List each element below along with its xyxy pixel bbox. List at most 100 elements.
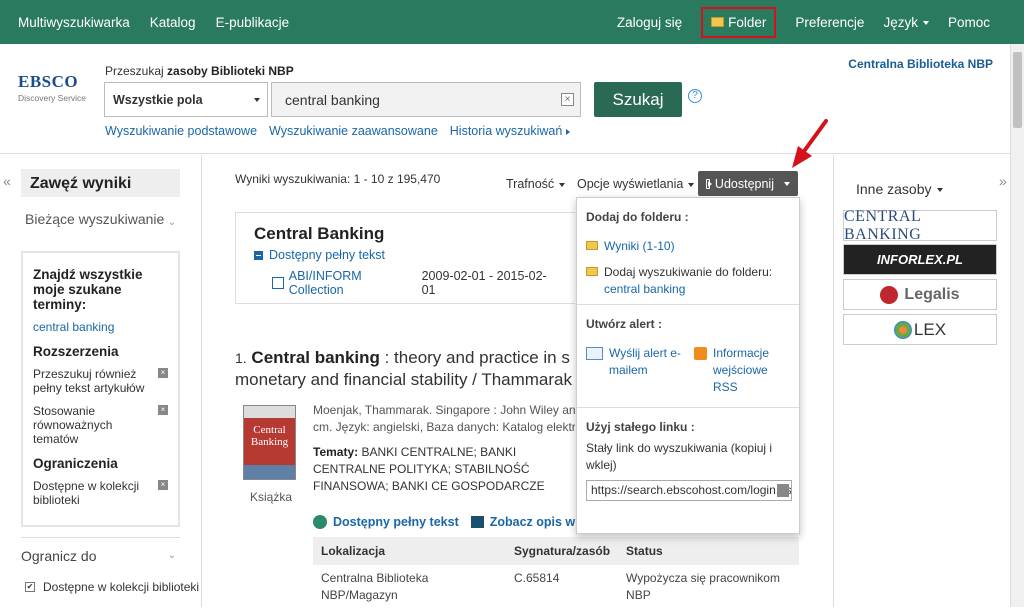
sort-dropdown[interactable]: Trafność (506, 177, 566, 191)
scrollbar-thumb[interactable] (1013, 52, 1022, 128)
email-icon (586, 347, 603, 360)
vertical-scrollbar[interactable] (1010, 44, 1024, 607)
help-icon[interactable]: ? (688, 89, 702, 103)
search-history-link[interactable]: Historia wyszukiwań (450, 124, 571, 138)
login-link[interactable]: Zaloguj się (617, 15, 682, 30)
advanced-search-link[interactable]: Wyszukiwanie zaawansowane (269, 124, 438, 138)
add-to-folder-section: Dodaj do folderu : Wyniki (1-10) Dodaj w… (577, 198, 799, 305)
lex-banner[interactable]: LEX (843, 314, 997, 345)
collapse-left-icon[interactable]: « (3, 173, 11, 189)
remove-icon[interactable]: × (158, 405, 168, 415)
share-button[interactable]: Udostępnij (698, 171, 798, 196)
basic-search-link[interactable]: Wyszukiwanie podstawowe (105, 124, 257, 138)
caret-down-icon (688, 182, 695, 187)
record-links: Dostępny pełny tekst Zobacz opis w k (313, 515, 586, 529)
rss-row[interactable]: Informacje wejściowe RSS (694, 345, 784, 396)
catalog-detail-link[interactable]: Zobacz opis w k (470, 515, 586, 529)
permalink-url: https://search.ebscohost.com/login.asp (591, 483, 792, 497)
language-label: Język (883, 14, 918, 30)
record-number: 1. (235, 350, 247, 366)
display-options-dropdown[interactable]: Opcje wyświetlania (577, 177, 695, 191)
logo-brand: EBSCO (18, 72, 79, 91)
help-link[interactable]: Pomoc (948, 15, 990, 30)
checkbox[interactable]: ✔ (25, 582, 35, 592)
holdings-table: Lokalizacja Sygnatura/zasób Status Centr… (313, 537, 799, 609)
scope-name: zasoby Biblioteki NBP (167, 64, 294, 78)
search-query: central banking (285, 92, 380, 108)
collapse-right-icon[interactable]: » (999, 173, 1007, 189)
create-alert-section: Utwórz alert : Wyślij alert e-mailem Inf… (577, 305, 799, 408)
copy-icon[interactable] (777, 484, 789, 497)
other-sources-sidebar: Inne zasoby » CENTRAL BANKING INFORLEX.P… (833, 155, 1010, 607)
search-header: EBSCO Discovery Service Przeszukaj zasob… (0, 44, 1010, 154)
permalink-input[interactable]: https://search.ebscohost.com/login.asp (586, 480, 792, 501)
record-title-link[interactable]: Central banking (251, 348, 379, 367)
nav-multisearch[interactable]: Multiwyszukiwarka (18, 15, 130, 30)
expander-label: Stosowanie równoważnych tematów (33, 404, 113, 446)
publication-title[interactable]: Central Banking (254, 224, 557, 244)
permalink-heading: Użyj stałego linku : (586, 420, 695, 434)
add-results-link[interactable]: Wyniki (1-10) (604, 238, 675, 255)
add-search-link[interactable]: central banking (604, 281, 772, 298)
preferences-link[interactable]: Preferencje (795, 15, 864, 30)
clear-icon[interactable]: × (561, 93, 574, 106)
folder-icon (711, 17, 725, 27)
catalog-detail-label: Zobacz opis w k (489, 515, 586, 529)
collapse-icon (254, 250, 263, 260)
top-navigation-bar: Multiwyszukiwarka Katalog E-publikacje Z… (0, 0, 1024, 44)
inforlex-banner[interactable]: INFORLEX.PL (843, 244, 997, 275)
record-metadata: Moenjak, Thammarak. Singapore : John Wil… (313, 402, 575, 436)
chevron-down-icon (254, 98, 260, 102)
institution-name[interactable]: Centralna Biblioteka NBP (848, 57, 993, 71)
record-meta-line: Moenjak, Thammarak. Singapore : John Wil… (313, 403, 575, 417)
book-cover-image[interactable]: Central Banking (243, 405, 296, 480)
database-link[interactable]: ABI/INFORM Collection (289, 269, 417, 297)
remove-icon[interactable]: × (158, 480, 168, 490)
central-banking-banner[interactable]: CENTRAL BANKING (843, 208, 997, 243)
search-field-select[interactable]: Wszystkie pola (104, 82, 268, 117)
annotation-arrow-icon (792, 119, 828, 168)
add-search-row: Dodaj wyszukiwanie do folderu: central b… (586, 264, 790, 298)
fulltext-link[interactable]: Dostępny pełny tekst (313, 515, 459, 529)
holding-location: Centralna Biblioteka NBP/Magazyn (321, 571, 429, 602)
legalis-label: Legalis (904, 285, 960, 303)
chevron-down-icon: ⌄ (167, 550, 176, 561)
rss-link[interactable]: Informacje wejściowe RSS (713, 345, 784, 396)
remove-icon[interactable]: × (158, 368, 168, 378)
lex-logo-icon (893, 320, 912, 339)
record-title-rest: : theory and practice in s (379, 348, 570, 367)
email-alert-row[interactable]: Wyślij alert e-mailem (586, 345, 682, 396)
search-input[interactable]: central banking × (271, 82, 581, 117)
limiters-heading: Ograniczenia (33, 456, 118, 471)
cover-title: Central Banking (250, 424, 289, 448)
permalink-section: Użyj stałego linku : Stały link do wyszu… (577, 408, 799, 513)
other-sources-label: Inne zasoby (856, 181, 932, 197)
folder-label: Folder (728, 14, 767, 30)
nav-epublications[interactable]: E-publikacje (216, 15, 290, 30)
folder-button[interactable]: Folder (701, 6, 777, 38)
current-search-header[interactable]: Bieżące wyszukiwanie ⌄ (25, 211, 180, 228)
language-menu[interactable]: Język (883, 15, 929, 30)
caret-down-icon (784, 181, 790, 186)
ebsco-logo[interactable]: EBSCO Discovery Service (18, 72, 90, 103)
record-title-line2: monetary and financial stability / Thamm… (235, 370, 573, 389)
other-sources-header[interactable]: Inne zasoby (856, 181, 943, 197)
add-search-label: Dodaj wyszukiwanie do folderu: (604, 265, 773, 279)
current-search-box: Znajdź wszystkie moje szukane terminy: c… (21, 251, 180, 527)
catalog-icon (470, 516, 484, 528)
search-mode-links: Wyszukiwanie podstawowe Wyszukiwanie zaa… (105, 124, 571, 138)
database-dates: 2009-02-01 - 2015-02-01 (421, 269, 547, 297)
email-alert-link[interactable]: Wyślij alert e-mailem (609, 345, 682, 379)
publication-fulltext-label: Dostępny pełny tekst (269, 248, 386, 262)
add-results-row[interactable]: Wyniki (1-10) (586, 238, 790, 255)
search-term-link[interactable]: central banking (33, 320, 168, 334)
limit-to-header[interactable]: Ogranicz do ⌄ (21, 537, 180, 564)
legalis-banner[interactable]: Legalis (843, 279, 997, 310)
publication-fulltext-toggle[interactable]: Dostępny pełny tekst (254, 248, 557, 262)
library-collection-checkbox-row[interactable]: ✔ Dostępne w kolekcji biblioteki (25, 580, 199, 594)
permalink-description: Stały link do wyszukiwania (kopiuj i wkl… (586, 441, 773, 472)
share-icon (706, 178, 712, 189)
caret-down-icon (922, 20, 929, 25)
nav-catalog[interactable]: Katalog (150, 15, 196, 30)
search-button[interactable]: Szukaj (594, 82, 682, 117)
